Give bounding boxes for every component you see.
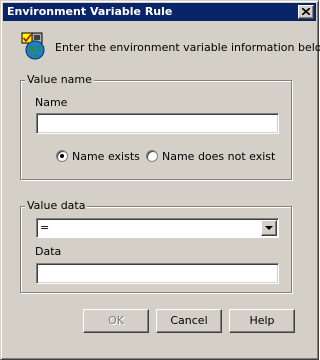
name-label: Name: [35, 96, 68, 109]
data-input[interactable]: [36, 263, 279, 284]
dialog-window: Environment Variable Rule Enter the envi…: [0, 0, 320, 360]
value-data-group: Value data = Data: [20, 199, 292, 293]
name-input[interactable]: [36, 113, 279, 134]
ok-button[interactable]: OK: [83, 309, 149, 333]
close-button[interactable]: [298, 5, 314, 19]
radio-button[interactable]: [56, 150, 68, 162]
value-data-legend: Value data: [25, 199, 88, 212]
data-label: Data: [35, 245, 62, 258]
environment-globe-icon: [21, 32, 47, 60]
operator-dropdown-button[interactable]: [261, 220, 277, 236]
close-icon: [302, 8, 310, 15]
chevron-down-icon: [265, 226, 273, 230]
radio-name-exists[interactable]: Name exists: [56, 150, 142, 164]
intro-text: Enter the environment variable informati…: [55, 41, 320, 54]
cancel-button[interactable]: Cancel: [156, 309, 222, 333]
radio-name-does-not-exist-label: Name does not exist: [162, 150, 276, 163]
radio-button[interactable]: [146, 150, 158, 162]
value-name-group: Value name Name Name exists Name does no…: [20, 73, 292, 180]
title-bar[interactable]: Environment Variable Rule: [3, 3, 316, 21]
radio-name-does-not-exist[interactable]: Name does not exist: [146, 150, 286, 164]
window-title: Environment Variable Rule: [7, 5, 173, 18]
value-name-legend: Value name: [25, 73, 94, 86]
operator-select-value: =: [40, 221, 50, 234]
help-button[interactable]: Help: [229, 309, 295, 333]
radio-name-exists-label: Name exists: [72, 150, 140, 163]
operator-select[interactable]: =: [36, 218, 279, 238]
